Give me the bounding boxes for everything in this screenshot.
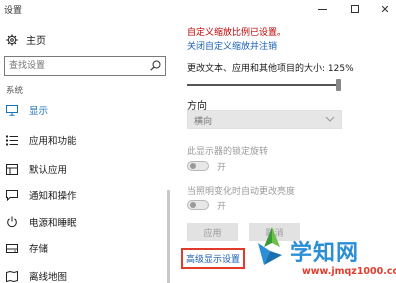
search-icon[interactable]: [150, 60, 161, 71]
sidebar-item-power[interactable]: 电源和睡眠: [0, 212, 165, 232]
maximize-button[interactable]: [340, 0, 370, 18]
scale-slider[interactable]: [187, 79, 347, 91]
sidebar-item-storage[interactable]: 存储: [0, 238, 165, 258]
sidebar-section-label: 系统: [6, 86, 24, 96]
sidebar-item-label: 应用和功能: [29, 136, 77, 147]
search-input[interactable]: [5, 57, 143, 75]
close-icon: ✕: [380, 2, 390, 16]
scale-slider-thumb[interactable]: [336, 79, 341, 91]
sidebar-item-label: 电源和睡眠: [29, 218, 77, 229]
sidebar-item-offline-maps[interactable]: 离线地图: [0, 266, 165, 283]
apply-button[interactable]: 应用: [187, 223, 238, 241]
maximize-icon: [351, 5, 359, 13]
power-icon: [6, 216, 18, 228]
sidebar-item-label: 离线地图: [29, 272, 68, 283]
storage-icon: [6, 242, 18, 254]
rotation-lock-state: 开: [217, 163, 227, 173]
minimize-icon: [317, 8, 327, 10]
sidebar-item-label: 显示: [29, 106, 49, 117]
auto-brightness-state: 开: [217, 202, 227, 212]
toggle-knob: [190, 163, 196, 169]
title-bar: 设置 ✕: [0, 0, 396, 18]
search-box[interactable]: [4, 56, 166, 76]
sidebar-item-display[interactable]: 显示: [0, 100, 165, 120]
sidebar: 主页 系统 显示 应用和功能 默认应用 通知和操作: [0, 18, 172, 283]
sidebar-home[interactable]: 主页: [6, 32, 46, 47]
sidebar-home-label: 主页: [26, 36, 46, 47]
scale-slider-fill: [187, 84, 336, 86]
gear-icon: [6, 34, 18, 45]
sidebar-item-apps[interactable]: 应用和功能: [0, 130, 165, 150]
sidebar-item-label: 通知和操作: [29, 191, 77, 202]
notification-icon: [6, 189, 18, 201]
chevron-down-icon: [325, 116, 335, 122]
sidebar-item-label: 存储: [29, 244, 49, 255]
rotation-lock-toggle[interactable]: [187, 161, 209, 171]
auto-brightness-toggle[interactable]: [187, 200, 209, 210]
list-icon: [6, 134, 18, 146]
sidebar-scrollbar[interactable]: [167, 190, 170, 283]
orientation-value: 横向: [194, 117, 213, 127]
sidebar-item-notifications[interactable]: 通知和操作: [0, 185, 165, 205]
advanced-display-settings-link[interactable]: 高级显示设置: [181, 248, 245, 269]
watermark: 学知网 www.jmqz1000.com: [250, 223, 396, 283]
rotation-lock-label: 此显示器的锁定旋转: [187, 147, 269, 157]
window-title: 设置: [4, 6, 23, 16]
sidebar-item-label: 默认应用: [29, 165, 68, 176]
auto-brightness-label: 当照明变化时自动更改亮度: [187, 187, 296, 197]
close-button[interactable]: ✕: [370, 0, 396, 18]
map-icon: [6, 270, 18, 282]
scale-label: 更改文本、应用和其他项目的大小: 125%: [187, 64, 354, 74]
default-apps-icon: [6, 163, 18, 175]
minimize-button[interactable]: [307, 0, 337, 18]
watermark-brand: 学知网: [290, 241, 360, 266]
watermark-logo-icon: [258, 227, 282, 265]
watermark-site: www.jmqz1000.com: [302, 266, 396, 277]
toggle-knob: [190, 202, 196, 208]
orientation-dropdown[interactable]: 横向: [187, 110, 342, 129]
sidebar-item-default-apps[interactable]: 默认应用: [0, 159, 165, 179]
monitor-icon: [6, 104, 18, 116]
turn-off-custom-scale-link[interactable]: 关闭自定义缩放并注销: [187, 39, 277, 52]
custom-scale-warning: 自定义缩放比例已设置。: [187, 28, 287, 38]
